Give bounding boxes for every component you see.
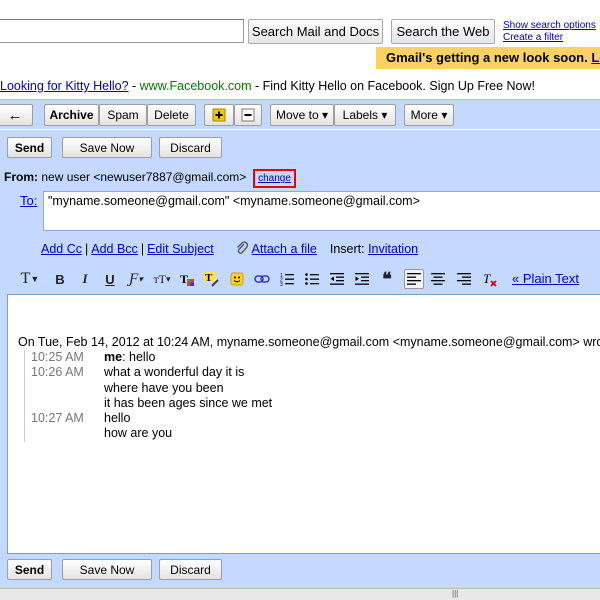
insert-label: Insert: <box>329 242 365 256</box>
discard-button[interactable]: Discard <box>159 137 222 158</box>
link-icon[interactable] <box>253 270 271 288</box>
to-field[interactable]: "myname.someone@gmail.com" <myname.someo… <box>43 191 600 231</box>
chat-text: hello <box>104 411 131 426</box>
chat-sender: me <box>104 350 123 364</box>
edit-subject-link[interactable]: Edit Subject <box>147 242 214 256</box>
ad-text: Find Kitty Hello on Facebook. Sign Up Fr… <box>262 79 535 93</box>
ad-separator: - <box>128 79 140 93</box>
quote-header: On Tue, Feb 14, 2012 at 10:24 AM, myname… <box>18 335 600 349</box>
notice-text: Gmail's getting a new look soon. <box>386 50 588 65</box>
send-button[interactable]: Send <box>7 137 52 158</box>
compose-links-row: Add Cc | Add Bcc | Edit Subject Attach a fil… <box>41 241 419 256</box>
show-search-options-link[interactable]: Show search options <box>503 20 596 31</box>
ad-separator: - <box>251 79 263 93</box>
add-cc-link[interactable]: Add Cc <box>41 242 82 256</box>
quote-icon[interactable]: ❝ <box>380 269 394 289</box>
chat-line: how are you <box>31 426 404 441</box>
paperclip-icon <box>236 241 248 254</box>
save-now-button-bottom[interactable]: Save Now <box>62 559 152 580</box>
discard-button-bottom[interactable]: Discard <box>159 559 222 580</box>
svg-text:T: T <box>180 272 188 286</box>
chat-text: it has been ages since we met <box>104 395 273 410</box>
save-now-button[interactable]: Save Now <box>62 137 152 158</box>
search-mail-button[interactable]: Search Mail and Docs <box>248 19 383 44</box>
change-from-link[interactable]: change <box>258 173 291 184</box>
add-bcc-link[interactable]: Add Bcc <box>91 242 138 256</box>
labels-button[interactable]: Labels ▾ <box>334 104 396 126</box>
chat-time <box>31 381 104 396</box>
align-right-icon[interactable] <box>456 270 472 288</box>
chat-line: where have you been <box>31 381 404 396</box>
search-web-button[interactable]: Search the Web <box>391 19 495 44</box>
sponsored-ad: Looking for Kitty Hello? - www.Facebook.… <box>0 79 600 97</box>
new-look-notice: Gmail's getting a new look soon. Le <box>376 47 600 69</box>
archive-button[interactable]: Archive <box>44 104 99 126</box>
create-filter-link[interactable]: Create a filter <box>503 32 563 43</box>
action-toolbar: ← Archive Spam Delete Move to ▾ Labels ▾… <box>0 99 600 129</box>
change-from-highlight: change <box>253 169 296 188</box>
resize-grip-icon[interactable]: ||| <box>452 589 458 598</box>
chat-text: what a wonderful day it is <box>104 365 245 380</box>
minus-icon <box>241 108 255 122</box>
move-to-button[interactable]: Move to ▾ <box>270 104 334 126</box>
chat-time: 10:26 AM <box>31 365 84 380</box>
numbered-list-icon[interactable]: 123 <box>279 270 295 288</box>
smiley-icon[interactable] <box>229 270 245 288</box>
back-button[interactable]: ← <box>0 104 33 126</box>
plus-icon <box>212 108 226 122</box>
plain-text-link[interactable]: « Plain Text <box>512 271 579 286</box>
align-left-icon[interactable] <box>404 269 424 289</box>
search-input[interactable] <box>0 19 244 43</box>
font-size-icon[interactable]: тT ▾ <box>151 270 173 288</box>
chat-text: where have you been <box>104 380 224 395</box>
to-label-link[interactable]: To: <box>20 193 37 208</box>
from-value: new user <newuser7887@gmail.com> <box>41 170 247 184</box>
svg-text:T: T <box>205 272 213 284</box>
chat-time <box>31 396 104 411</box>
highlight-color-icon[interactable]: T <box>202 270 220 288</box>
chat-line: 10:27 AM hello <box>31 411 404 426</box>
bold-icon[interactable]: B <box>53 270 67 288</box>
from-label: From: <box>4 170 38 184</box>
svg-text:3: 3 <box>280 282 283 286</box>
remove-formatting-icon[interactable]: T <box>482 270 498 288</box>
chat-line: 10:25 AM me: hello <box>31 350 404 365</box>
remove-button[interactable] <box>234 104 262 126</box>
font-icon[interactable]: Ƭ ▼ <box>16 270 44 288</box>
font-family-icon[interactable]: Ƒ ▾ <box>127 270 145 288</box>
italic-icon[interactable]: I <box>78 270 92 288</box>
bulleted-list-icon[interactable] <box>304 270 320 288</box>
chat-text: how are you <box>104 426 173 441</box>
text-color-icon[interactable]: T <box>178 270 196 288</box>
chat-line: it has been ages since we met <box>31 396 404 411</box>
notice-learn-more-link[interactable]: Le <box>591 50 600 65</box>
underline-icon[interactable]: U <box>103 270 117 288</box>
indent-less-icon[interactable] <box>329 270 345 288</box>
align-center-icon[interactable] <box>430 270 446 288</box>
back-arrow-icon: ← <box>7 106 23 124</box>
chat-time: 10:25 AM <box>31 350 84 364</box>
chat-text: : hello <box>122 350 156 364</box>
window-status-bar <box>0 588 600 600</box>
spam-button[interactable]: Spam <box>99 104 147 126</box>
attach-file-link[interactable]: Attach a file <box>252 242 317 256</box>
send-button-bottom[interactable]: Send <box>7 559 52 580</box>
add-star-button[interactable] <box>204 104 234 126</box>
ad-url[interactable]: www.Facebook.com <box>140 79 252 93</box>
from-row: From: new user <newuser7887@gmail.com> <box>4 170 246 184</box>
more-button[interactable]: More ▾ <box>404 104 454 126</box>
svg-text:T: T <box>483 271 491 286</box>
chat-time: 10:27 AM <box>31 411 84 426</box>
invitation-link[interactable]: Invitation <box>368 242 418 256</box>
ad-title-link[interactable]: Looking for Kitty Hello? <box>0 79 129 93</box>
chat-line: 10:26 AM what a wonderful day it is <box>31 365 404 380</box>
chat-time <box>31 426 104 441</box>
quoted-chat: 10:25 AM me: hello 10:26 AM what a wonde… <box>24 350 404 442</box>
indent-more-icon[interactable] <box>354 270 370 288</box>
delete-button[interactable]: Delete <box>147 104 196 126</box>
